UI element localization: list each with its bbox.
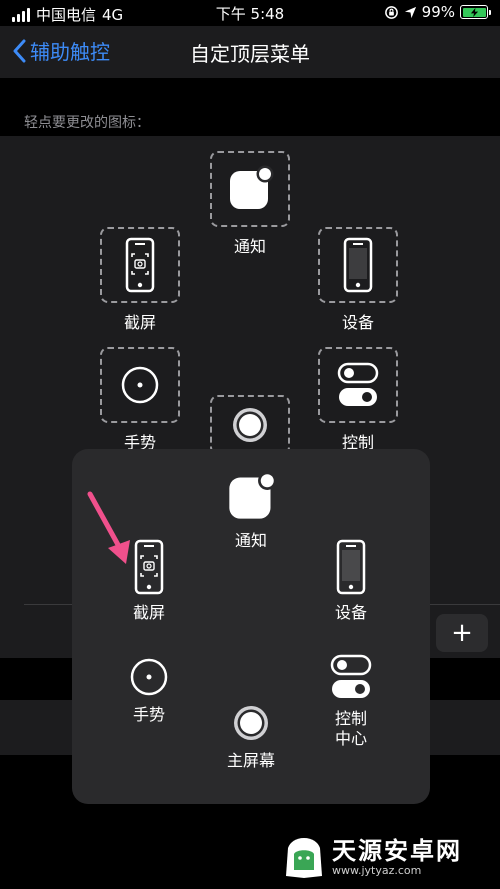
status-right: 99% xyxy=(384,3,491,21)
screenshot-icon xyxy=(125,237,155,293)
menu-label-control-center: 控制 中心 xyxy=(334,709,367,748)
home-button-icon xyxy=(234,706,268,740)
slot-label-notification: 通知 xyxy=(233,237,266,256)
control-center-icon xyxy=(330,654,372,698)
slot-label-device: 设备 xyxy=(341,313,374,332)
menu-item-home[interactable]: 主屏幕 xyxy=(196,703,306,771)
location-icon xyxy=(404,6,416,18)
plus-icon: + xyxy=(451,618,473,648)
screenshot-icon xyxy=(134,539,164,595)
rotation-lock-icon xyxy=(384,5,398,19)
control-center-icon xyxy=(337,362,379,406)
notification-icon xyxy=(229,471,277,519)
add-icon-button[interactable]: + xyxy=(436,614,488,652)
slot-screenshot[interactable] xyxy=(100,227,180,303)
notification-icon xyxy=(230,165,274,209)
gesture-icon xyxy=(121,366,159,404)
menu-label-device: 设备 xyxy=(334,603,367,622)
watermark-title: 天源安卓网 xyxy=(332,837,462,865)
annotation-arrow-icon xyxy=(87,491,130,564)
section-label: 轻点要更改的图标： xyxy=(24,115,150,131)
menu-item-gesture[interactable]: 手势 xyxy=(94,657,204,725)
menu-label-screenshot: 截屏 xyxy=(132,603,165,622)
back-button[interactable]: 辅助触控 xyxy=(12,36,110,65)
watermark-url: www.jytyaz.com xyxy=(332,864,422,877)
menu-item-notification[interactable]: 通知 xyxy=(196,471,306,551)
watermark: 天源安卓网 www.jytyaz.com xyxy=(282,836,462,880)
menu-label-home: 主屏幕 xyxy=(226,751,275,770)
battery-percent: 99% xyxy=(421,3,455,21)
chevron-left-icon xyxy=(13,39,26,62)
menu-label-gesture: 手势 xyxy=(132,705,165,724)
back-label: 辅助触控 xyxy=(30,40,110,64)
slot-device[interactable] xyxy=(318,227,398,303)
slot-home[interactable] xyxy=(210,395,290,455)
battery-icon xyxy=(460,5,491,19)
gesture-icon xyxy=(130,658,168,696)
menu-item-control-center[interactable]: 控制 中心 xyxy=(296,653,406,749)
home-button-icon xyxy=(233,408,267,442)
navigation-bar: 辅助触控 自定顶层菜单 xyxy=(0,26,500,78)
device-icon xyxy=(343,237,373,293)
slot-label-screenshot: 截屏 xyxy=(123,313,156,332)
android-logo-icon xyxy=(286,838,322,878)
watermark-text: 天源安卓网 www.jytyaz.com xyxy=(332,838,462,878)
slot-notification[interactable] xyxy=(210,151,290,227)
slot-control-center[interactable] xyxy=(318,347,398,423)
menu-item-device[interactable]: 设备 xyxy=(296,539,406,623)
slot-gesture[interactable] xyxy=(100,347,180,423)
device-icon xyxy=(336,539,366,595)
menu-label-notification: 通知 xyxy=(234,531,267,550)
status-bar: 中国电信 4G 下午 5:48 99% xyxy=(0,0,500,26)
